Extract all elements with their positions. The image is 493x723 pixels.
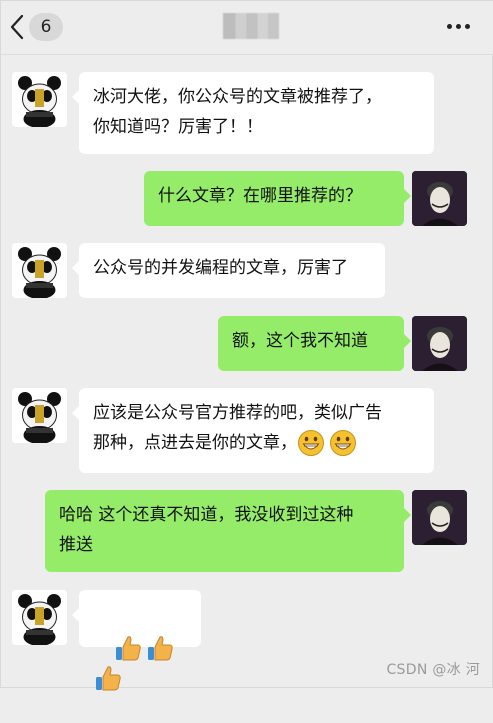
- contact-name-pixelated: [223, 13, 279, 39]
- my-avatar[interactable]: [412, 316, 467, 371]
- masked-person-avatar-icon: [412, 316, 467, 371]
- header-divider: [1, 54, 493, 55]
- message-bubble-outgoing[interactable]: 哈哈 这个还真不知道，我没收到过这种 推送: [45, 490, 411, 572]
- contact-avatar[interactable]: [12, 590, 67, 645]
- more-dot-icon: [456, 23, 461, 29]
- panda-avatar-icon: [12, 243, 67, 298]
- contact-avatar[interactable]: [12, 72, 67, 127]
- message-bubble-outgoing[interactable]: 额，这个我不知道: [218, 316, 411, 371]
- thumbs-up-emoji-icon: [96, 666, 121, 691]
- panda-avatar-icon: [12, 590, 67, 645]
- more-options-button[interactable]: [447, 17, 470, 35]
- message-bubble-incoming[interactable]: [72, 590, 201, 691]
- panda-avatar-icon: [12, 72, 67, 127]
- message-bubble-incoming[interactable]: 公众号的并发编程的文章，厉害了: [72, 243, 385, 298]
- message-bubble-incoming[interactable]: 冰河大佬，你公众号的文章被推荐了， 你知道吗？厉害了！！: [72, 72, 434, 154]
- chat-window: 6 冰河大佬，你公众号的文章被推荐了， 你知道吗？厉害了！！ 什么文章？在哪里推…: [0, 0, 493, 691]
- more-dot-icon: [465, 23, 470, 29]
- masked-person-avatar-icon: [412, 171, 467, 226]
- watermark: CSDN @冰 河: [386, 662, 480, 678]
- contact-avatar[interactable]: [12, 388, 67, 443]
- grinning-face-emoji-icon: [298, 430, 324, 456]
- panda-avatar-icon: [12, 388, 67, 443]
- my-avatar[interactable]: [412, 490, 467, 545]
- back-button[interactable]: 6: [9, 11, 63, 43]
- my-avatar[interactable]: [412, 171, 467, 226]
- more-dot-icon: [447, 23, 452, 29]
- unread-count-badge: 6: [29, 13, 63, 41]
- message-bubble-outgoing[interactable]: 什么文章？在哪里推荐的？: [144, 171, 411, 226]
- thumbs-up-emoji-icon: [115, 636, 141, 661]
- contact-avatar[interactable]: [12, 243, 67, 298]
- thumbs-up-emoji-icon: [147, 636, 173, 661]
- message-bubble-incoming[interactable]: 应该是公众号官方推荐的吧，类似广告 那种，点进去是你的文章，: [72, 388, 434, 473]
- chat-header: 6: [1, 1, 493, 54]
- grinning-face-emoji-icon: [330, 430, 356, 456]
- chevron-left-icon: [10, 14, 24, 40]
- masked-person-avatar-icon: [412, 490, 467, 545]
